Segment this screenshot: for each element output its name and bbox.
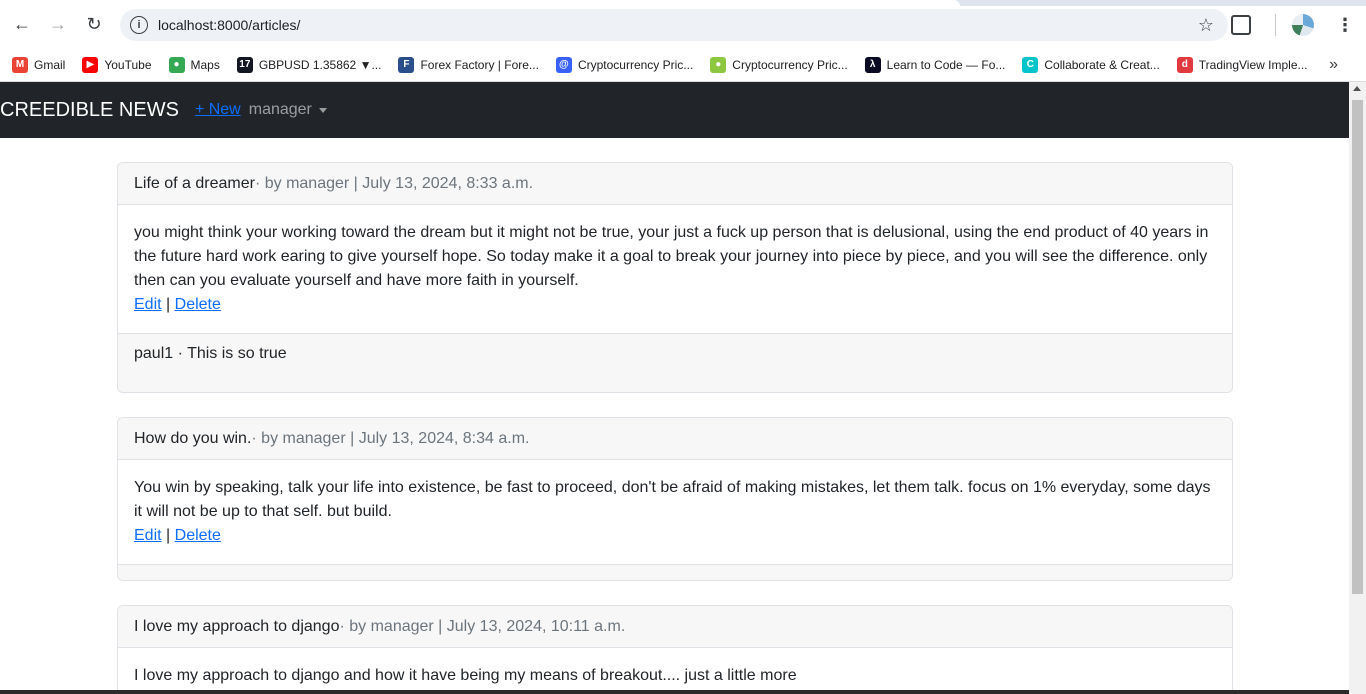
delete-link[interactable]: Delete	[175, 296, 221, 313]
article-body: I love my approach to django and how it …	[118, 648, 1232, 694]
active-tab[interactable]	[0, 0, 960, 6]
extensions-icon[interactable]	[1231, 15, 1251, 35]
article-card: Life of a dreamer · by manager | July 13…	[117, 162, 1233, 393]
bookmarks-bar: M Gmail ▶ YouTube ● Maps 17 GBPUSD 1.35862 ▼...…	[0, 48, 1366, 82]
coingecko-icon: ●	[710, 56, 727, 73]
page-scrollbar[interactable]	[1349, 82, 1366, 694]
bookmark-label: YouTube	[104, 57, 152, 72]
article-actions: Edit | Delete	[134, 293, 1216, 317]
action-separator: |	[166, 296, 171, 313]
url-text[interactable]: localhost:8000/articles/	[158, 17, 300, 33]
bookmark-label: GBPUSD 1.35862 ▼...	[258, 57, 382, 72]
bookmark-item[interactable]: 17 GBPUSD 1.35862 ▼...	[236, 56, 382, 73]
bookmark-label: Cryptocurrency Pric...	[577, 57, 694, 72]
bookmark-item[interactable]: C Collaborate & Creat...	[1022, 56, 1160, 73]
bookmark-label: Forex Factory | Fore...	[420, 57, 539, 72]
browser-menu-icon[interactable]: ⋮	[1336, 15, 1354, 36]
user-dropdown-label: manager	[248, 101, 312, 118]
bookmark-label: Gmail	[34, 57, 66, 72]
taskbar-edge	[0, 690, 1349, 694]
reload-icon[interactable]: ↻	[76, 6, 112, 42]
article-body: You win by speaking, talk your life into…	[118, 460, 1232, 564]
bookmark-item[interactable]: ● Cryptocurrency Pric...	[710, 56, 848, 73]
article-header: How do you win. · by manager | July 13, …	[118, 418, 1232, 460]
article-comments	[118, 564, 1232, 580]
bookmark-item[interactable]: M Gmail	[12, 56, 66, 73]
delete-link[interactable]: Delete	[175, 527, 221, 544]
bookmark-item[interactable]: ▶ YouTube	[82, 56, 152, 73]
bookmark-star-icon[interactable]: ☆	[1198, 15, 1214, 36]
bookmark-label: Maps	[190, 57, 220, 72]
article-text: You win by speaking, talk your life into…	[134, 479, 1211, 520]
bookmark-label: Learn to Code — Fo...	[886, 57, 1006, 72]
chevron-down-icon	[318, 107, 327, 113]
tradingview-icon: 17	[236, 56, 253, 73]
bookmark-item[interactable]: λ Learn to Code — Fo...	[864, 56, 1006, 73]
browser-toolbar: ← → ↻ i localhost:8000/articles/ ☆ ⋮	[0, 0, 1366, 48]
comment-item: paul1 · This is so true	[134, 345, 287, 362]
article-title: I love my approach to django	[134, 617, 340, 635]
article-body: you might think your working toward the …	[118, 205, 1232, 333]
youtube-icon: ▶	[82, 56, 99, 73]
bookmark-label: TradingView Imple...	[1198, 57, 1308, 72]
tradingview-app-icon: d	[1176, 56, 1193, 73]
bookmark-item[interactable]: @ Cryptocurrency Pric...	[555, 56, 694, 73]
forward-icon[interactable]: →	[40, 6, 76, 42]
article-meta: · by manager | July 13, 2024, 8:33 a.m.	[254, 174, 534, 192]
edit-link[interactable]: Edit	[134, 296, 162, 313]
gmail-icon: M	[12, 56, 28, 73]
scrollbar-thumb[interactable]	[1352, 100, 1363, 594]
edit-link[interactable]: Edit	[134, 527, 162, 544]
more-bookmarks-icon[interactable]: »	[1329, 56, 1338, 74]
freecodecamp-icon: λ	[864, 56, 881, 73]
article-card: I love my approach to django · by manage…	[117, 605, 1233, 694]
site-brand[interactable]: CREEDIBLE NEWS	[0, 99, 179, 122]
bookmark-item[interactable]: F Forex Factory | Fore...	[398, 56, 539, 73]
article-meta: · by manager | July 13, 2024, 10:11 a.m.	[339, 617, 626, 635]
article-text: I love my approach to django and how it …	[134, 667, 797, 684]
article-title: Life of a dreamer	[134, 174, 255, 192]
bookmark-item[interactable]: d TradingView Imple...	[1176, 56, 1308, 73]
site-info-icon[interactable]: i	[130, 16, 148, 34]
article-meta: · by manager | July 13, 2024, 8:34 a.m.	[251, 429, 530, 447]
coinmarketcap-icon: @	[555, 56, 572, 73]
scroll-up-icon[interactable]	[1353, 86, 1361, 91]
article-card: How do you win. · by manager | July 13, …	[117, 417, 1233, 581]
article-header: Life of a dreamer · by manager | July 13…	[118, 163, 1232, 205]
bookmark-item[interactable]: ● Maps	[168, 56, 220, 73]
article-comments: paul1 · This is so true	[118, 333, 1232, 392]
site-navbar: CREEDIBLE NEWS + New manager	[0, 82, 1349, 138]
article-actions: Edit | Delete	[134, 524, 1216, 548]
toolbar-divider	[1275, 14, 1276, 36]
bookmark-label: Cryptocurrency Pric...	[732, 57, 848, 72]
article-text: you might think your working toward the …	[134, 224, 1209, 289]
user-dropdown[interactable]: manager	[249, 101, 327, 119]
articles-list: Life of a dreamer · by manager | July 13…	[117, 138, 1233, 694]
new-article-link[interactable]: + New	[195, 101, 241, 119]
tab-strip	[0, 0, 1366, 6]
article-header: I love my approach to django · by manage…	[118, 606, 1232, 648]
forex-factory-icon: F	[398, 56, 415, 73]
address-bar[interactable]: i localhost:8000/articles/ ☆	[120, 9, 1228, 41]
profile-avatar[interactable]	[1292, 14, 1314, 36]
canva-icon: C	[1022, 56, 1039, 73]
back-icon[interactable]: ←	[4, 6, 40, 42]
page-viewport: CREEDIBLE NEWS + New manager Life of a d…	[0, 82, 1366, 694]
bookmark-label: Collaborate & Creat...	[1044, 57, 1160, 72]
article-title: How do you win.	[134, 429, 252, 447]
maps-icon: ●	[168, 56, 185, 73]
action-separator: |	[166, 527, 171, 544]
toolbar-right: ⋮	[1231, 9, 1366, 41]
